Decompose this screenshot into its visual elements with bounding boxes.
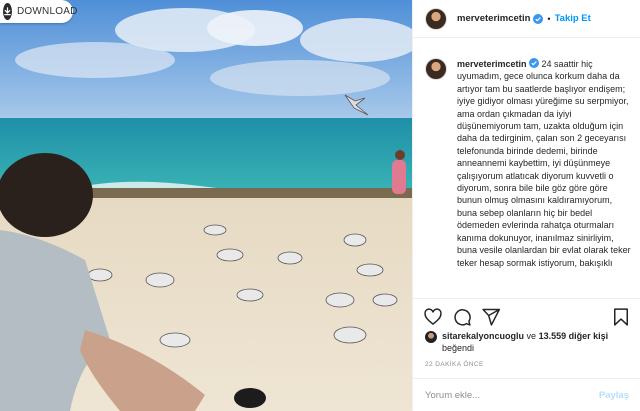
verified-badge-icon (528, 58, 539, 68)
beach-seagulls-photo (0, 0, 412, 411)
post-photo[interactable]: DOWNLOAD (0, 0, 412, 411)
caption-section: merveterimcetin 24 saattir hiç uyumadım, … (413, 48, 640, 298)
bookmark-icon[interactable] (611, 307, 631, 327)
comment-icon[interactable] (452, 307, 472, 327)
heart-icon[interactable] (423, 307, 443, 327)
follow-button[interactable]: Takip Et (555, 13, 591, 24)
download-icon (3, 3, 12, 20)
likes-connector: ve (526, 331, 537, 341)
caption-username[interactable]: merveterimcetin (457, 59, 527, 69)
action-bar (413, 298, 640, 334)
header-username[interactable]: merveterimcetin (457, 13, 530, 24)
comment-input[interactable] (425, 389, 595, 401)
likes-summary: sitarekalyoncuoglu ve 13.559 diğer kişi … (425, 330, 635, 354)
caption-body: 24 saattir hiç uyumadım, gece olunca kor… (457, 59, 631, 268)
verified-badge-icon (533, 13, 544, 24)
share-icon[interactable] (481, 307, 501, 327)
header-separator: • (547, 13, 551, 24)
post-timestamp[interactable]: 22 DAKİKA ÖNCE (425, 361, 484, 368)
likes-count[interactable]: 13.559 diğer kişi (539, 331, 609, 341)
avatar[interactable] (425, 7, 447, 30)
comment-bar: Paylaş (413, 378, 640, 411)
post-side-panel: merveterimcetin • Takip Et merveterimcet… (412, 0, 640, 411)
liker-username[interactable]: sitarekalyoncuoglu (442, 331, 524, 341)
likes-text: sitarekalyoncuoglu ve 13.559 diğer kişi … (442, 330, 608, 354)
download-label: DOWNLOAD (17, 6, 78, 17)
caption-text-block: merveterimcetin 24 saattir hiç uyumadım, … (457, 58, 633, 298)
post-header: merveterimcetin • Takip Et (413, 0, 640, 38)
liker-avatar[interactable] (425, 331, 437, 343)
post-comment-button[interactable]: Paylaş (599, 390, 629, 401)
download-button[interactable]: DOWNLOAD (0, 0, 77, 23)
likes-suffix: beğendi (442, 343, 475, 353)
caption-avatar[interactable] (425, 58, 447, 80)
